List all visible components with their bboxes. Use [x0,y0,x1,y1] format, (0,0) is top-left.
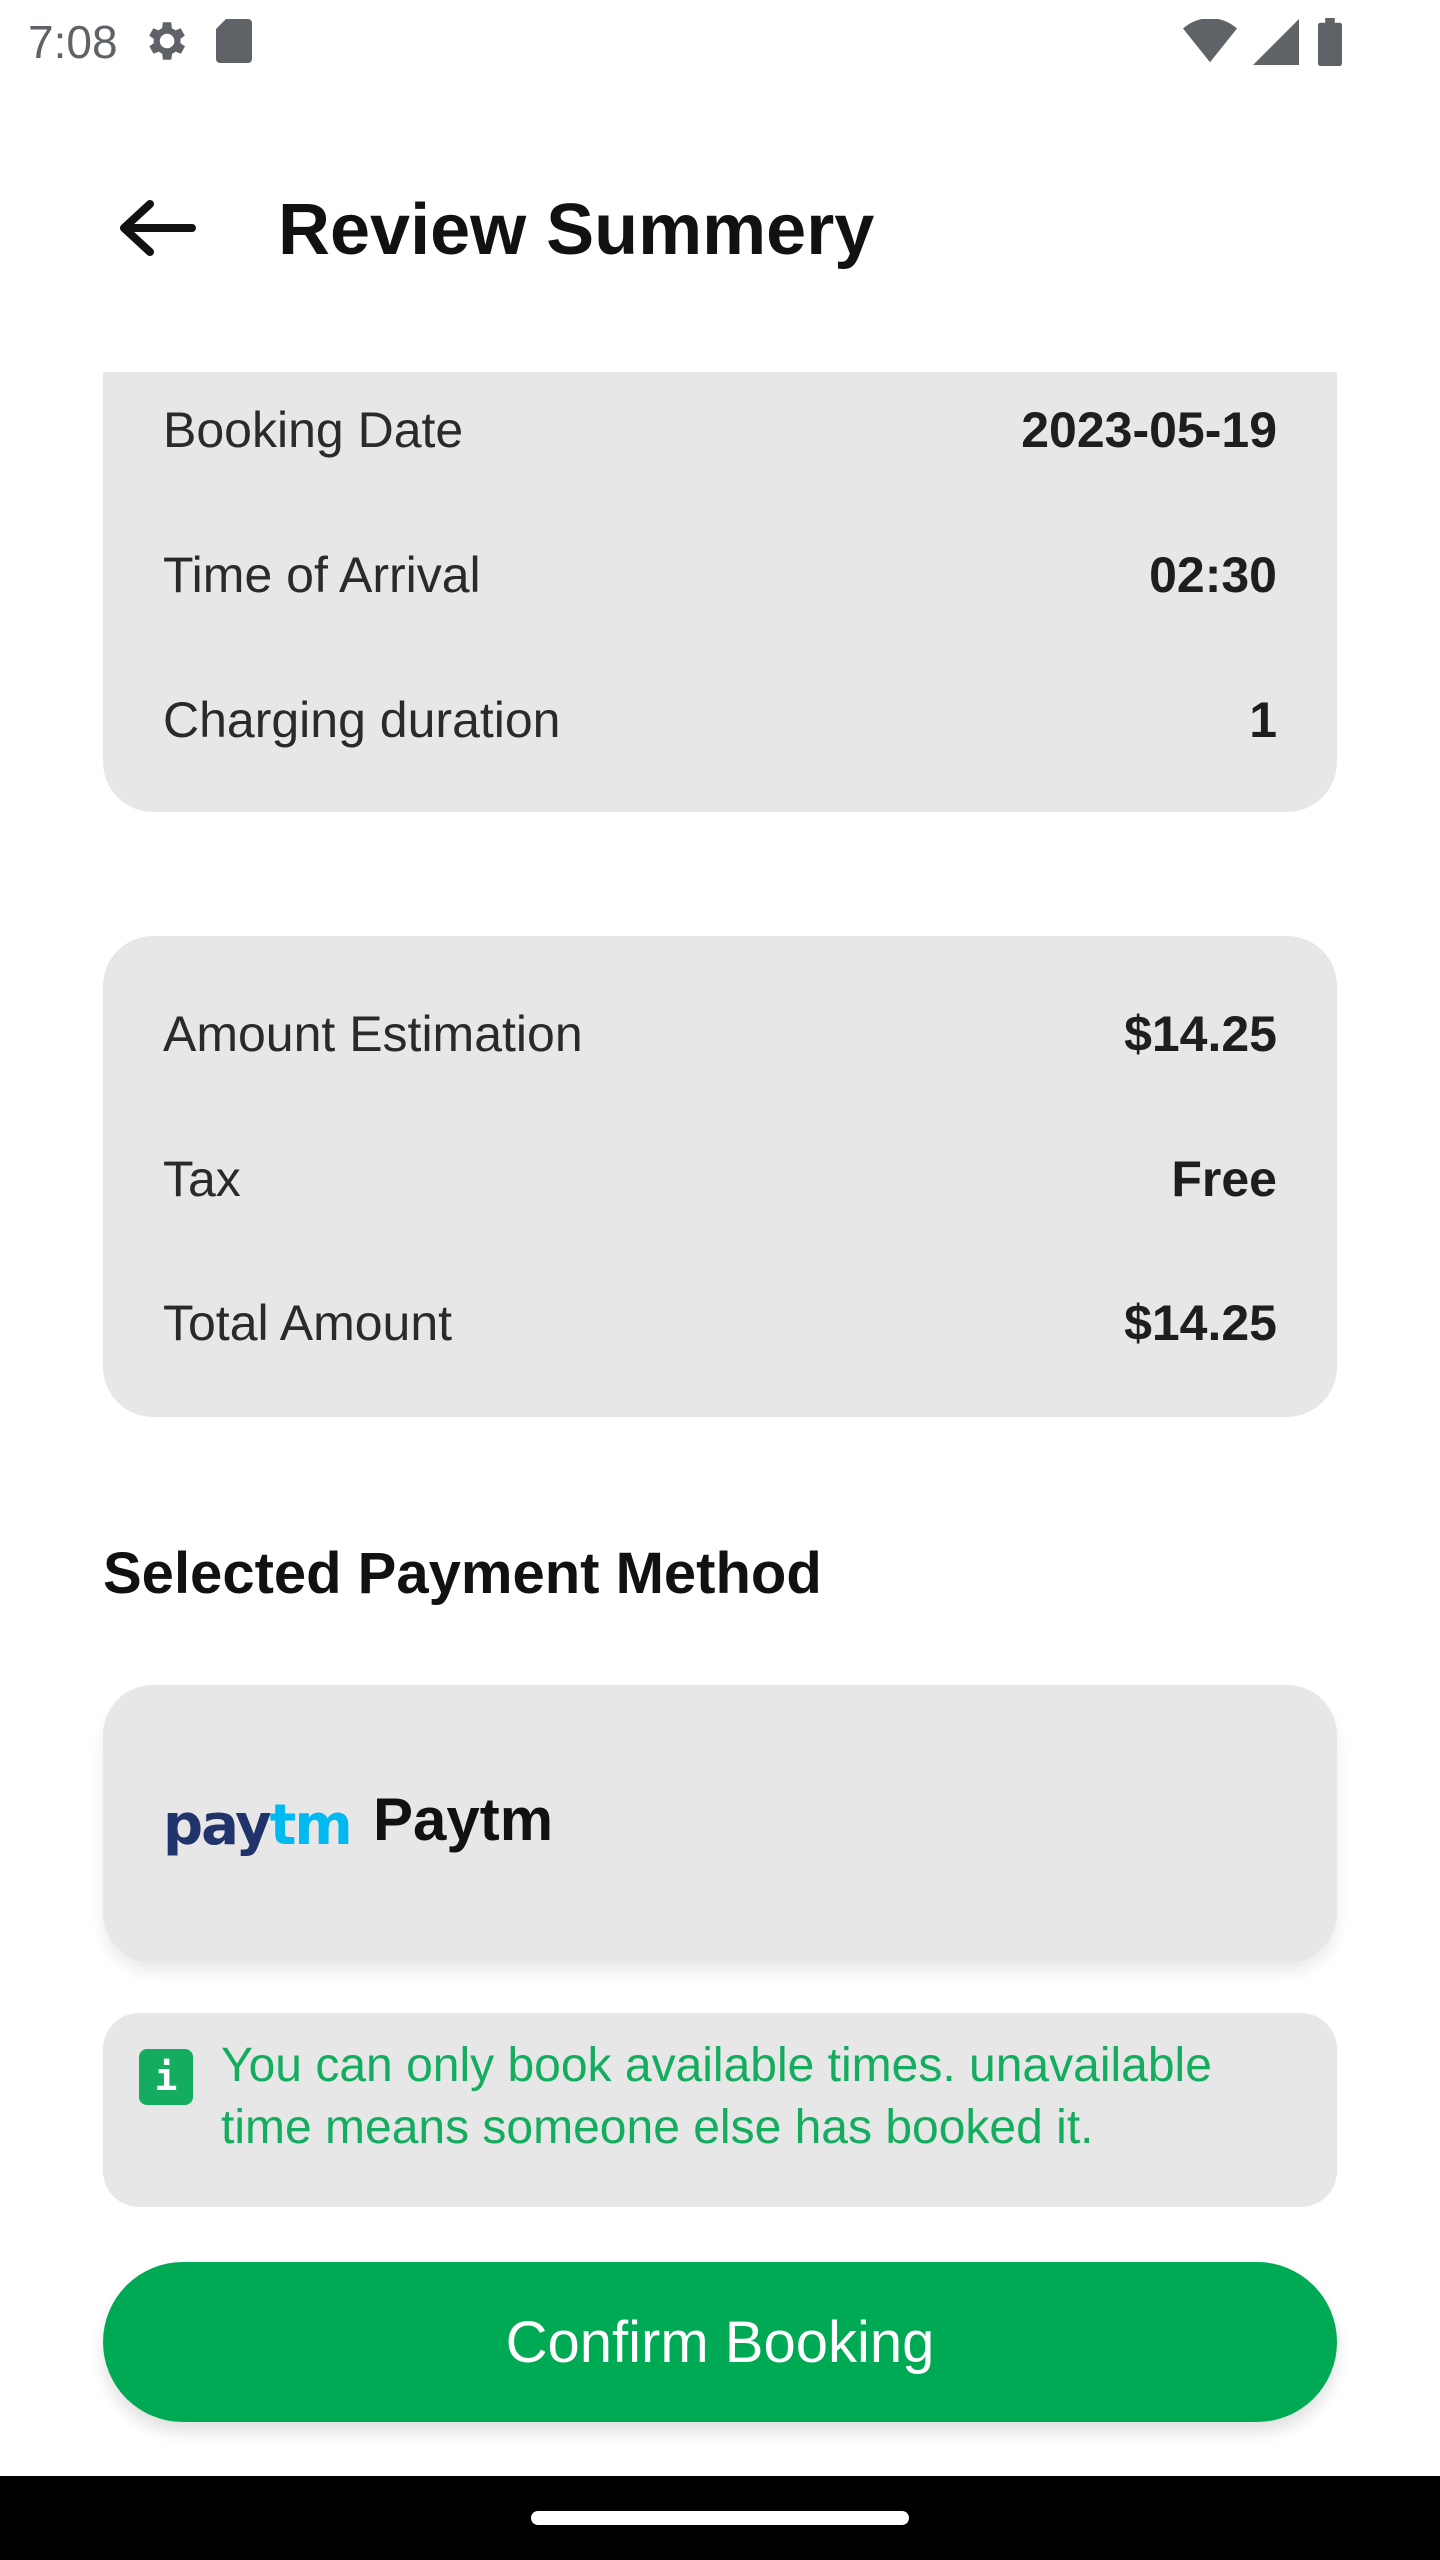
amount-estimation-row: Amount Estimation $14.25 [163,999,1277,1069]
booking-date-label: Booking Date [163,402,464,458]
payment-method-name: Paytm [373,1786,554,1853]
signal-icon [1253,19,1299,70]
status-bar: 7:08 [0,0,1440,84]
arrival-time-label: Time of Arrival [163,547,481,603]
total-amount-value: $14.25 [1124,1295,1277,1351]
info-icon: i [139,2049,193,2105]
battery-icon [1315,18,1345,71]
back-button[interactable] [108,182,204,278]
total-amount-row: Total Amount $14.25 [163,1288,1277,1358]
booking-date-row: Booking Date 2023-05-19 [163,395,1277,465]
status-time: 7:08 [28,16,118,68]
payment-section-title: Selected Payment Method [103,1541,822,1606]
paytm-logo-tm: tm [269,1793,353,1858]
page-title: Review Summery [278,190,875,270]
info-text: You can only book available times. unava… [221,2039,1212,2154]
wifi-icon [1183,18,1237,70]
tax-label: Tax [163,1151,241,1207]
tax-value: Free [1171,1151,1277,1207]
paytm-logo-pay: pay [163,1793,272,1858]
charging-duration-value: 1 [1249,692,1277,748]
arrow-left-icon [116,198,196,263]
navigation-bar [0,2476,1440,2560]
arrival-time-value: 02:30 [1149,547,1277,603]
paytm-logo: paytm [163,1793,353,1858]
charging-duration-label: Charging duration [163,692,561,748]
amount-estimation-label: Amount Estimation [163,1006,583,1062]
home-handle[interactable] [531,2511,909,2525]
info-box: i You can only book available times. una… [103,2013,1337,2207]
amount-details-card: Amount Estimation $14.25 Tax Free Total … [103,936,1337,1417]
confirm-booking-button[interactable]: Confirm Booking [103,2262,1337,2422]
settings-icon [140,16,190,71]
arrival-time-row: Time of Arrival 02:30 [163,540,1277,610]
status-right-icons [1183,18,1345,71]
charging-duration-row: Charging duration 1 [163,685,1277,755]
total-amount-label: Total Amount [163,1295,453,1351]
payment-method-card[interactable]: paytm Paytm [103,1685,1337,1963]
amount-estimation-value: $14.25 [1124,1006,1277,1062]
tax-row: Tax Free [163,1144,1277,1214]
status-left-icons [140,16,254,71]
header: Review Summery [0,160,1440,290]
sd-card-icon [214,17,254,70]
booking-details-card: Booking Date 2023-05-19 Time of Arrival … [103,372,1337,812]
booking-date-value: 2023-05-19 [1021,402,1277,458]
